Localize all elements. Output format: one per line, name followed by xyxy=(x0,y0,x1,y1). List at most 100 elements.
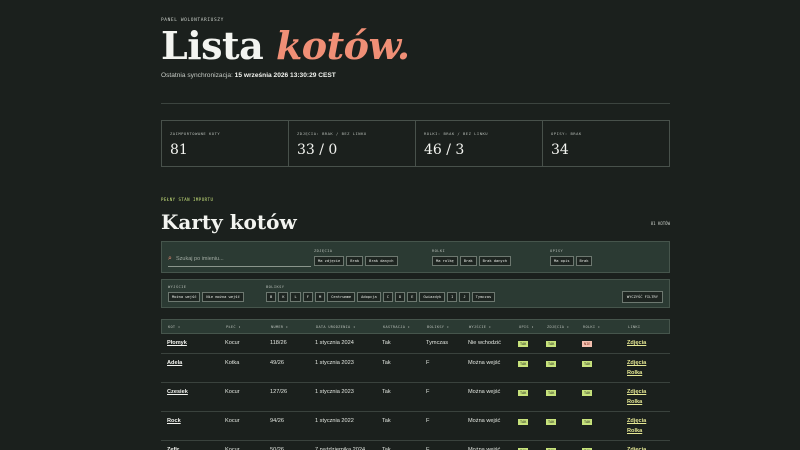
chip-group: Ma rolkę Brak Brak danych xyxy=(432,256,512,266)
status-badge: TAK xyxy=(546,361,557,367)
sync-label: Ostatnia synchronizacja: xyxy=(161,72,235,79)
stat-label: ZDJĘCIA: BRAK / BEZ LINKU xyxy=(297,131,367,136)
filter-chip[interactable]: J xyxy=(459,292,470,302)
table-row: Zefir Kocur 50/26 7 października 2024 Tak F Mo… xyxy=(161,441,670,450)
section-title: Karty kotów xyxy=(161,210,297,234)
filter-exit: WYJŚCIE Można wejść Nie można wejść xyxy=(168,285,244,302)
stat-label: OPISY: BRAK xyxy=(551,131,582,136)
status-badge: TAK xyxy=(582,390,593,396)
cat-name-link[interactable]: Rock xyxy=(167,418,181,424)
table-row: Czesiek Kocur 127/26 1 stycznia 2023 Tak F Moż… xyxy=(161,383,670,412)
filter-label: BOLIKSY xyxy=(266,285,285,289)
column-header[interactable]: NUMER ↕ xyxy=(271,325,288,329)
column-header[interactable]: PŁEĆ ↕ xyxy=(226,325,241,329)
column-header[interactable]: BOLIKSY ↕ xyxy=(427,325,449,329)
reel-link[interactable]: Rolka xyxy=(627,428,642,434)
filter-chip[interactable]: Brak xyxy=(459,256,477,266)
status-badge: NIE xyxy=(582,341,593,347)
cell-birth: 1 stycznia 2023 xyxy=(315,360,354,366)
cat-name-link[interactable]: Płomyk xyxy=(167,340,187,346)
filter-chip[interactable]: Tymczas xyxy=(471,292,496,302)
filter-photos: ZDJĘCIA Ma zdjęcie Brak Brak danych xyxy=(314,249,398,266)
photos-link[interactable]: Zdjęcia xyxy=(627,340,646,346)
column-header[interactable]: OPIS ↕ xyxy=(519,325,534,329)
filter-chip[interactable]: Brak xyxy=(346,256,364,266)
cell-castration: Tak xyxy=(382,340,391,346)
filter-chip[interactable]: Ma opis xyxy=(550,256,574,266)
status-badge: TAK xyxy=(518,341,529,347)
cell-exit: Można wejść xyxy=(468,360,501,366)
cell-kennel: F xyxy=(426,360,430,366)
page-title-accent: kotów. xyxy=(275,23,410,68)
cell-exit: Można wejść xyxy=(468,389,501,395)
reel-link[interactable]: Rolka xyxy=(627,370,642,376)
column-header[interactable]: KASTRACJA ↕ xyxy=(383,325,410,329)
filter-chip[interactable]: Można wejść xyxy=(168,292,201,302)
chip-group: Ma zdjęcie Brak Brak danych xyxy=(314,256,398,266)
stat-imported: ZAIMPORTOWANE KOTY 81 xyxy=(162,121,289,166)
sync-value: 15 września 2026 13:30:29 CEST xyxy=(234,72,336,79)
search-icon: ⌕ xyxy=(168,255,172,262)
filter-chip[interactable]: Brak xyxy=(575,256,593,266)
filter-chip[interactable]: L xyxy=(290,292,301,302)
photos-link[interactable]: Zdjęcia xyxy=(627,360,646,366)
cell-sex: Kotka xyxy=(225,360,240,366)
filter-chip[interactable]: D xyxy=(394,292,406,302)
cell-sex: Kocur xyxy=(225,418,240,424)
filter-chip[interactable]: M xyxy=(314,292,326,302)
table-body: Płomyk Kocur 118/26 1 stycznia 2024 Tak Tymcz… xyxy=(161,334,670,450)
filter-chip[interactable]: Nie można wejść xyxy=(202,292,244,302)
cat-name-link[interactable]: Czesiek xyxy=(167,389,188,395)
filter-label: WYJŚCIE xyxy=(168,285,187,289)
filter-chip[interactable]: Brak danych xyxy=(478,256,512,266)
table-row: Rock Kocur 94/26 1 stycznia 2022 Tak F Można w… xyxy=(161,412,670,441)
stat-reels: ROLKI: BRAK / BEZ LINKU 46 / 3 xyxy=(416,121,543,166)
cell-kennel: Tymczas xyxy=(426,340,449,346)
filter-chip[interactable]: Centrumme xyxy=(327,292,356,302)
status-badge: TAK xyxy=(582,419,593,425)
column-header[interactable]: ZDJĘCIA ↕ xyxy=(547,325,569,329)
filter-chip[interactable]: Ma zdjęcie xyxy=(314,256,345,266)
filter-chip[interactable]: B xyxy=(266,292,277,302)
filter-kennel: BOLIKSY B K L F M Centrumme Adopcja C D E Gwiazdyk… xyxy=(266,285,496,302)
column-header[interactable]: ROLKI ↕ xyxy=(583,325,600,329)
filter-chip[interactable]: K xyxy=(278,292,289,302)
filter-panel-secondary: WYJŚCIE Można wejść Nie można wejść BOLIK… xyxy=(161,279,670,308)
table-row: Płomyk Kocur 118/26 1 stycznia 2024 Tak Tymcz… xyxy=(161,334,670,354)
cat-count: 81 KOTÓW xyxy=(650,221,670,226)
filter-chip[interactable]: Adopcja xyxy=(357,292,381,302)
sync-status: Ostatnia synchronizacja: 15 września 202… xyxy=(161,72,336,79)
filter-chip[interactable]: F xyxy=(302,292,313,302)
filter-chip[interactable]: E xyxy=(407,292,418,302)
column-header[interactable]: DATA URODZENIA ↕ xyxy=(316,325,355,329)
stat-descriptions: OPISY: BRAK 34 xyxy=(543,121,669,166)
filter-panel-primary: ⌕ ZDJĘCIA Ma zdjęcieBrakBrak danych ROLK… xyxy=(161,241,670,273)
filter-chip[interactable]: Brak danych xyxy=(365,256,398,266)
filter-chip[interactable]: Ma rolkę xyxy=(432,256,458,266)
stat-label: ZAIMPORTOWANE KOTY xyxy=(170,131,221,136)
status-badge: TAK xyxy=(518,390,529,396)
column-header[interactable]: KOT ↕ xyxy=(168,325,180,329)
cell-sex: Kocur xyxy=(225,340,240,346)
cell-exit: Nie wchodzić xyxy=(468,340,501,346)
filter-chip[interactable]: C xyxy=(382,292,393,302)
search-input[interactable] xyxy=(176,256,306,262)
photos-link[interactable]: Zdjęcia xyxy=(627,418,646,424)
cell-birth: 1 stycznia 2022 xyxy=(315,418,354,424)
stats-strip: ZAIMPORTOWANE KOTY 81 ZDJĘCIA: BRAK / BE… xyxy=(161,120,670,167)
status-badge: TAK xyxy=(518,419,529,425)
cell-number: 118/26 xyxy=(270,340,287,346)
filter-chip[interactable]: I xyxy=(447,292,458,302)
stat-value: 81 xyxy=(170,142,188,158)
column-header[interactable]: LINKI xyxy=(628,325,640,329)
column-header[interactable]: WYJŚCIE ↕ xyxy=(469,325,491,329)
reset-filters-button[interactable]: WYCZYŚĆ FILTRY xyxy=(621,291,663,303)
cell-kennel: F xyxy=(426,418,430,424)
status-badge: TAK xyxy=(518,361,529,367)
stat-photos: ZDJĘCIA: BRAK / BEZ LINKU 33 / 0 xyxy=(289,121,416,166)
reel-link[interactable]: Rolka xyxy=(627,399,642,405)
page-title-main: Lista xyxy=(161,23,276,68)
photos-link[interactable]: Zdjęcia xyxy=(627,389,646,395)
cat-name-link[interactable]: Adela xyxy=(167,360,182,366)
filter-chip[interactable]: Gwiazdyk xyxy=(419,292,446,302)
